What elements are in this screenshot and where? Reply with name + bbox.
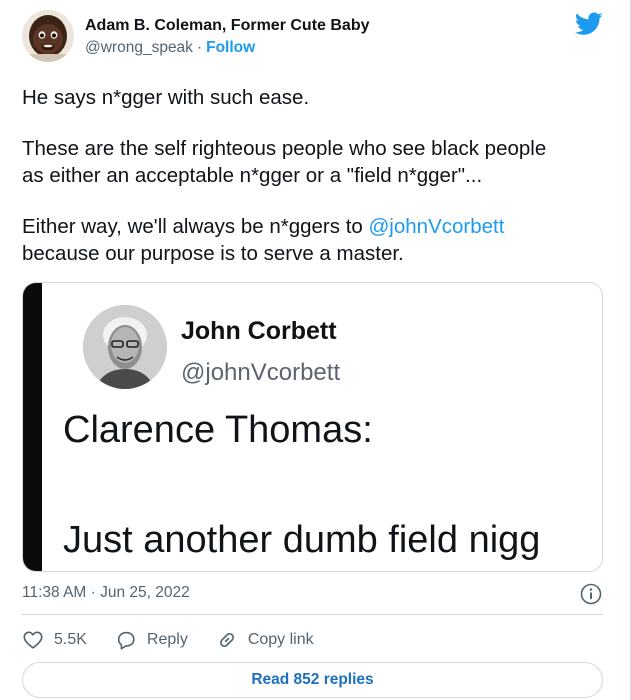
tweet-card: Adam B. Coleman, Former Cute Baby @wrong… bbox=[0, 0, 631, 700]
quoted-handle: @johnVcorbett bbox=[181, 359, 341, 386]
divider bbox=[22, 614, 603, 615]
attached-image[interactable]: John Corbett @johnVcorbett Clarence Thom… bbox=[22, 282, 603, 572]
read-replies-button[interactable]: Read 852 replies bbox=[22, 662, 603, 698]
author-handle[interactable]: @wrong_speak bbox=[85, 39, 193, 56]
reply-button[interactable]: Reply bbox=[115, 629, 188, 651]
action-bar: 5.5K Reply Copy link bbox=[22, 628, 342, 652]
tweet-paragraph-3: Either way, we'll always be n*ggers to @… bbox=[22, 213, 612, 267]
image-black-bar bbox=[23, 283, 42, 571]
tweet-paragraph-3-prefix: Either way, we'll always be n*ggers to bbox=[22, 215, 369, 238]
follow-button[interactable]: Follow bbox=[206, 39, 255, 56]
tweet-paragraph-2: These are the self righteous people who … bbox=[22, 135, 612, 189]
info-icon[interactable] bbox=[580, 583, 602, 605]
reply-label: Reply bbox=[146, 631, 188, 648]
tweet-paragraph-2-line-1: These are the self righteous people who … bbox=[22, 137, 547, 160]
author-avatar[interactable] bbox=[22, 10, 74, 62]
mention-link[interactable]: @johnVcorbett bbox=[369, 215, 505, 238]
quoted-text-line-1: Clarence Thomas: bbox=[63, 409, 373, 451]
copy-link-button[interactable]: Copy link bbox=[216, 629, 314, 651]
tweet-paragraph-2-line-2: as either an acceptable n*gger or a "fie… bbox=[22, 164, 483, 187]
heart-icon bbox=[23, 631, 43, 649]
tweet-timestamp[interactable]: 11:38 AM · Jun 25, 2022 bbox=[22, 584, 190, 602]
twitter-bird-icon[interactable] bbox=[575, 12, 603, 36]
like-count: 5.5K bbox=[54, 631, 87, 648]
tweet-text: He says n*gger with such ease. These are… bbox=[22, 84, 612, 291]
copy-link-label: Copy link bbox=[247, 631, 314, 648]
like-button[interactable]: 5.5K bbox=[22, 629, 87, 651]
author-handle-row: @wrong_speak · Follow bbox=[85, 39, 255, 57]
quoted-text-line-2: Just another dumb field nigg bbox=[63, 519, 541, 561]
separator-dot: · bbox=[196, 39, 203, 56]
link-icon bbox=[219, 633, 234, 647]
author-name[interactable]: Adam B. Coleman, Former Cute Baby bbox=[85, 17, 370, 35]
quoted-name: John Corbett bbox=[181, 317, 337, 345]
quoted-avatar bbox=[83, 305, 167, 389]
speech-bubble-icon bbox=[117, 631, 135, 650]
tweet-paragraph-1: He says n*gger with such ease. bbox=[22, 86, 310, 109]
tweet-paragraph-3-line-1: Either way, we'll always be n*ggers to @… bbox=[22, 213, 612, 240]
tweet-paragraph-3-line-2: because our purpose is to serve a master… bbox=[22, 242, 404, 265]
